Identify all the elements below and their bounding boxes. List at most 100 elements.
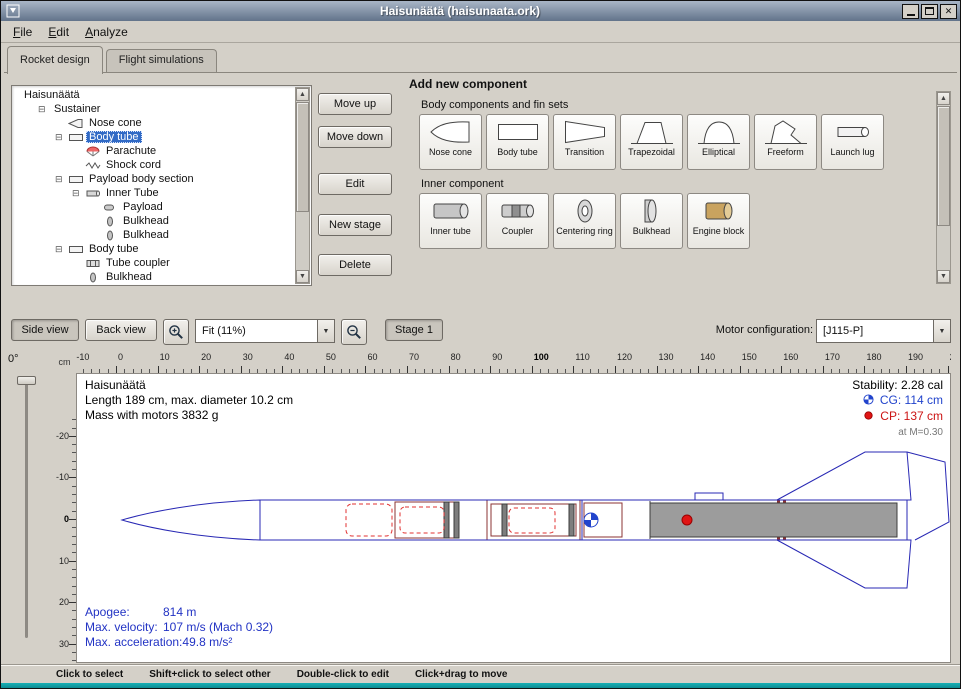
zoom-out-button[interactable] [341,319,367,345]
tree-item-body-tube[interactable]: ⊟Body tube [13,130,295,144]
motor-configuration-select[interactable]: [J115-P] ▼ [816,319,951,343]
bulkhead-shape[interactable] [569,504,574,536]
side-view-button[interactable]: Side view [11,319,79,341]
chevron-down-icon[interactable]: ▼ [317,320,334,342]
flight-stat-value: 49.8 m/s² [182,635,232,649]
window-menu-icon[interactable] [6,4,20,18]
tree-item-payload[interactable]: Payload [13,200,295,214]
bulkhead-shape[interactable] [444,502,449,538]
add-centering-ring-button[interactable]: Centering ring [553,193,616,249]
tree-item-parachute[interactable]: Parachute [13,144,295,158]
tree-item-shock-cord[interactable]: Shock cord [13,158,295,172]
tree-expander-icon[interactable]: ⊟ [55,242,68,256]
tree-item-label: Inner Tube [103,187,162,199]
ruler-tick [199,366,200,373]
tree-item-nose-cone[interactable]: Nose cone [13,116,295,130]
rocket-canvas[interactable]: Haisunäätä Length 189 cm, max. diameter … [76,373,951,663]
add-engine-block-button[interactable]: Engine block [687,193,750,249]
add-launch-lug-button[interactable]: Launch lug [821,114,884,170]
stage-1-toggle[interactable]: Stage 1 [385,319,443,341]
coupler-icon [496,196,540,226]
tree-expander-icon[interactable]: ⊟ [72,186,85,200]
chevron-down-icon[interactable]: ▼ [933,320,950,342]
palette-scrollbar[interactable]: ▲ ▼ [936,91,951,284]
move-down-button[interactable]: Move down [318,126,392,148]
scroll-down-icon[interactable]: ▼ [937,270,950,283]
status-hint: Click+drag to move [415,669,508,680]
add-freeform-button[interactable]: Freeform [754,114,817,170]
launch-lug-shape[interactable] [695,493,723,500]
tab-rocket-design[interactable]: Rocket design [7,46,103,74]
move-up-button[interactable]: Move up [318,93,392,115]
menu-analyze[interactable]: Analyze [77,22,136,42]
flight-stat-label: Max. acceleration: [85,635,182,650]
bulkhead-shape[interactable] [502,504,507,536]
ruler-tick [781,366,782,373]
ruler-tick [282,366,283,373]
tree-expander-icon[interactable]: ⊟ [55,130,68,144]
rotation-slider-track[interactable] [25,380,28,638]
zoom-in-button[interactable] [163,319,189,345]
add-elliptical-button[interactable]: Elliptical [687,114,750,170]
tree-item-inner-tube[interactable]: ⊟ Inner Tube [13,186,295,200]
tree-item-bulkhead[interactable]: Bulkhead [13,228,295,242]
add-nose-cone-button[interactable]: Nose cone [419,114,482,170]
tree-expander-icon[interactable]: ⊟ [38,102,51,116]
scroll-up-icon[interactable]: ▲ [937,92,950,105]
rotation-control: 0° [1,350,53,663]
ruler-tick [158,366,159,373]
add-body-tube-button[interactable]: Body tube [486,114,549,170]
parachute-outline[interactable] [346,504,392,536]
add-inner-tube-button[interactable]: Inner tube [419,193,482,249]
scroll-up-icon[interactable]: ▲ [296,88,309,101]
flight-stat-value: 107 m/s (Mach 0.32) [163,620,273,634]
tree-item-bulkhead[interactable]: Bulkhead [13,270,295,284]
scrollbar-thumb[interactable] [937,106,950,226]
edit-button[interactable]: Edit [318,173,392,195]
tree-item-tube-coupler[interactable]: Tube coupler [13,256,295,270]
new-stage-button[interactable]: New stage [318,214,392,236]
tree-item-bulkhead[interactable]: Bulkhead [13,214,295,228]
tab-flight-simulations[interactable]: Flight simulations [106,49,217,72]
menu-edit[interactable]: Edit [40,22,77,42]
cp-label: CP: [880,409,900,423]
add-coupler-button[interactable]: Coupler [486,193,549,249]
payload-section-outline[interactable] [487,500,580,540]
palette-title: Add new component [399,77,951,91]
lower-fin-shape[interactable] [777,540,911,588]
bulkhead-shape[interactable] [454,502,459,538]
maximize-button[interactable] [921,4,938,19]
shock-cord-outline[interactable] [400,507,444,533]
zoom-select[interactable]: Fit (11%) ▼ [195,319,335,343]
tree-item-label: Bulkhead [103,271,155,283]
tree-item-sustainer[interactable]: ⊟Sustainer [13,102,295,116]
close-button[interactable]: ✕ [940,4,957,19]
v-ruler-label: -20 [56,431,69,441]
tree-scrollbar[interactable]: ▲ ▼ [295,87,310,284]
h-ruler-label: 180 [866,352,881,362]
trapezoidal-fin-icon [630,117,674,147]
add-transition-button[interactable]: Transition [553,114,616,170]
titlebar[interactable]: Haisunäätä (haisunaata.ork) ✕ [1,1,960,21]
nose-cone-shape[interactable] [122,500,260,540]
payload-outline[interactable] [509,508,555,533]
scrollbar-thumb[interactable] [296,102,309,212]
upper-fin-shape[interactable] [777,452,911,500]
add-trapezoidal-button[interactable]: Trapezoidal [620,114,683,170]
mach-note: at M=0.30 [852,425,943,440]
minimize-button[interactable] [902,4,919,19]
flight-stat-label: Apogee: [85,605,163,620]
tree-item-body-tube[interactable]: ⊟Body tube [13,242,295,256]
scroll-down-icon[interactable]: ▼ [296,270,309,283]
tree-item-haisun-t[interactable]: Haisunäätä [13,88,295,102]
menu-file[interactable]: File [5,22,40,42]
add-bulkhead-button[interactable]: Bulkhead [620,193,683,249]
shock-cord-icon [85,160,103,171]
canted-fin-shape[interactable] [907,452,949,540]
tree-item-payload-body-section[interactable]: ⊟Payload body section [13,172,295,186]
rotation-slider-thumb[interactable] [17,376,36,385]
back-view-button[interactable]: Back view [85,319,157,341]
tree-expander-icon[interactable]: ⊟ [55,172,68,186]
delete-button[interactable]: Delete [318,254,392,276]
forward-body-tube-shape[interactable] [260,500,582,540]
